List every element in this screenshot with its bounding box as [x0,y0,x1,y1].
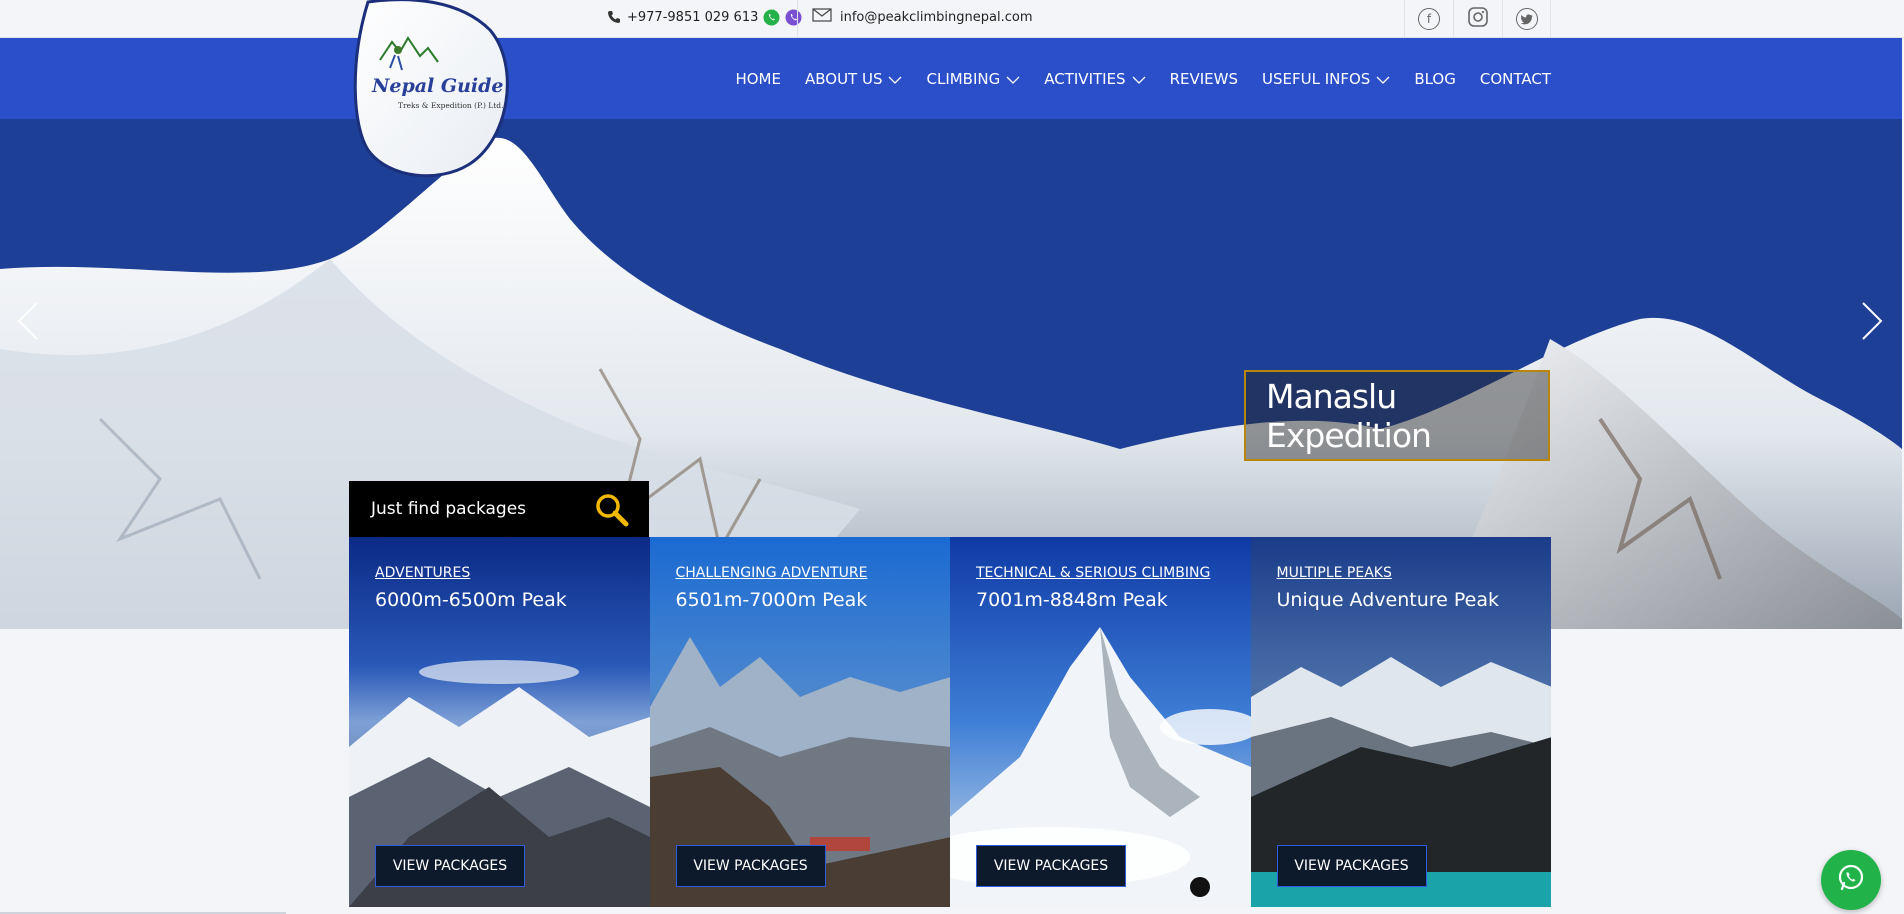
nav-label: BLOG [1414,69,1456,88]
slide-caption[interactable]: Manaslu Expedition [1244,370,1550,461]
main-nav: HOME ABOUT US CLIMBING ACTIVITIES REVIEW… [0,38,1902,119]
whatsapp-icon[interactable] [762,8,780,26]
package-card[interactable]: CHALLENGING ADVENTURE 6501m-7000m Peak V… [649,537,950,907]
nav-item-climbing[interactable]: CLIMBING [926,70,1020,88]
mail-icon [812,8,834,26]
divider [797,0,798,38]
find-packages-tab[interactable]: Just find packages [349,481,649,537]
instagram-icon [1467,6,1489,32]
card-text: ADVENTURES 6000m-6500m Peak [375,565,567,611]
nav-item-useful-infos[interactable]: USEFUL INFOS [1262,70,1390,88]
card-text: TECHNICAL & SERIOUS CLIMBING 7001m-8848m… [976,565,1210,611]
nav-label: CLIMBING [926,69,1001,88]
slider-next-button[interactable] [1852,293,1892,353]
nav-item-reviews[interactable]: REVIEWS [1170,70,1238,88]
twitter-link[interactable] [1502,0,1551,38]
card-text: CHALLENGING ADVENTURE 6501m-7000m Peak [676,565,868,611]
card-category-link[interactable]: ADVENTURES [375,565,567,581]
phone-number[interactable]: +977-9851 029 613 [627,10,758,25]
nav-label: REVIEWS [1169,69,1238,88]
card-title: Unique Adventure Peak [1276,589,1500,611]
slider-prev-button[interactable] [8,293,48,353]
slide-caption-text: Manaslu Expedition [1266,376,1432,455]
nav-item-blog[interactable]: BLOG [1414,70,1456,88]
logo-title: Nepal Guide [371,75,504,97]
facebook-icon: f [1418,8,1440,30]
package-card[interactable]: MULTIPLE PEAKS Unique Adventure Peak VIE… [1250,537,1551,907]
nav-menu: HOME ABOUT US CLIMBING ACTIVITIES REVIEW… [735,38,1551,119]
nav-label: CONTACT [1479,69,1551,88]
nav-item-home[interactable]: HOME [735,70,781,88]
facebook-link[interactable]: f [1404,0,1453,38]
email-address[interactable]: info@peakclimbingnepal.com [840,10,1032,25]
site-logo[interactable]: Nepal Guide Treks & Expedition (P.) Ltd. [350,0,515,178]
social-links: f [1404,0,1551,38]
whatsapp-chat-button[interactable] [1821,850,1881,910]
find-packages-label: Just find packages [371,499,527,519]
viber-icon[interactable] [784,8,802,26]
view-packages-button[interactable]: VIEW PACKAGES [375,845,525,887]
card-title: 7001m-8848m Peak [976,589,1168,611]
chevron-down-icon [888,70,902,88]
card-category-link[interactable]: TECHNICAL & SERIOUS CLIMBING [976,565,1210,581]
nav-label: ACTIVITIES [1044,69,1126,88]
package-card[interactable]: ADVENTURES 6000m-6500m Peak VIEW PACKAGE… [349,537,650,907]
instagram-link[interactable] [1453,0,1502,38]
package-cards: ADVENTURES 6000m-6500m Peak VIEW PACKAGE… [349,537,1551,907]
chevron-down-icon [1376,70,1390,88]
phone-icon [605,8,623,26]
chevron-right-icon [1861,301,1883,345]
nav-label: HOME [735,69,781,88]
view-packages-button[interactable]: VIEW PACKAGES [675,845,826,887]
nav-label: USEFUL INFOS [1262,69,1371,88]
search-icon[interactable] [595,493,629,532]
card-category-link[interactable]: CHALLENGING ADVENTURE [676,565,868,581]
nav-item-activities[interactable]: ACTIVITIES [1044,69,1146,88]
logo-subtitle: Treks & Expedition (P.) Ltd. [398,101,503,110]
top-bar: +977-9851 029 613 info@peakclimbingnepal… [0,0,1904,38]
card-text: MULTIPLE PEAKS Unique Adventure Peak [1277,565,1500,611]
card-category-link[interactable]: MULTIPLE PEAKS [1277,565,1500,581]
card-title: 6501m-7000m Peak [675,589,868,611]
email-contact[interactable]: info@peakclimbingnepal.com [812,8,1032,26]
twitter-icon [1515,8,1538,30]
view-packages-button[interactable]: VIEW PACKAGES [1276,845,1427,887]
whatsapp-icon [1836,863,1866,897]
nav-item-about-us[interactable]: ABOUT US [805,70,903,88]
package-card[interactable]: TECHNICAL & SERIOUS CLIMBING 7001m-8848m… [950,537,1251,907]
nav-item-contact[interactable]: CONTACT [1480,70,1551,88]
card-title: 6000m-6500m Peak [375,589,567,611]
chevron-down-icon [1006,70,1020,88]
chevron-left-icon [17,301,39,345]
phone-contact[interactable]: +977-9851 029 613 [605,8,806,26]
chevron-down-icon [1132,70,1146,88]
view-packages-button[interactable]: VIEW PACKAGES [976,845,1126,887]
nav-label: ABOUT US [804,69,883,88]
